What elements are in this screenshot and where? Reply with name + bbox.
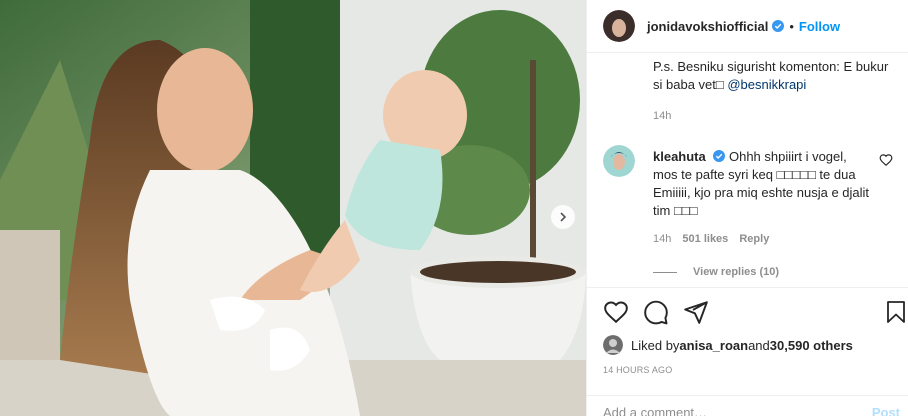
author-username[interactable]: jonidavokshiofficial bbox=[647, 19, 768, 34]
liker-avatar[interactable] bbox=[603, 335, 623, 355]
caption-mention-link[interactable]: @besnikkrapi bbox=[727, 77, 806, 92]
view-replies-button[interactable]: View replies (10) bbox=[653, 266, 779, 278]
view-replies-label: View replies (10) bbox=[693, 266, 780, 278]
chevron-right-icon bbox=[560, 212, 567, 222]
post-caption: P.s. Besniku sigurisht komenton: E bukur… bbox=[653, 58, 893, 94]
likes-summary: Liked by anisa_roan and 30,590 others bbox=[603, 334, 853, 356]
commenter-avatar-image bbox=[603, 145, 635, 177]
comment-like-heart-icon[interactable] bbox=[879, 153, 893, 167]
like-heart-icon[interactable] bbox=[603, 299, 629, 325]
likes-middle: and bbox=[748, 337, 770, 353]
post-actions-bar bbox=[587, 287, 908, 333]
author-avatar[interactable] bbox=[603, 10, 635, 42]
next-photo-button[interactable] bbox=[551, 205, 575, 229]
photo-illustration bbox=[0, 0, 586, 416]
likes-others-count[interactable]: 30,590 others bbox=[770, 338, 853, 353]
add-comment-bar: Add a comment… Post bbox=[587, 395, 908, 416]
share-paper-plane-icon[interactable] bbox=[683, 299, 709, 325]
avatar-image bbox=[603, 10, 635, 42]
comment-likes-count[interactable]: 501 likes bbox=[682, 233, 728, 245]
add-comment-input[interactable]: Add a comment… bbox=[603, 405, 707, 416]
comment-bubble-icon[interactable] bbox=[643, 299, 669, 325]
replies-divider-line bbox=[653, 271, 677, 273]
post-header: jonidavokshiofficial • Follow bbox=[587, 0, 908, 53]
follow-button[interactable]: Follow bbox=[799, 19, 840, 34]
liker-avatar-image bbox=[603, 335, 623, 355]
post-modal: jonidavokshiofficial • Follow P.s. Besni… bbox=[0, 0, 908, 416]
post-comment-button[interactable]: Post bbox=[872, 405, 900, 416]
likes-prefix: Liked by bbox=[631, 337, 680, 353]
verified-badge-icon bbox=[713, 150, 726, 162]
post-side-panel: jonidavokshiofficial • Follow P.s. Besni… bbox=[586, 0, 908, 416]
caption-time[interactable]: 14h bbox=[653, 110, 671, 122]
comment-time[interactable]: 14h bbox=[653, 233, 671, 245]
verified-badge-icon bbox=[772, 20, 785, 32]
post-photo[interactable] bbox=[0, 0, 586, 416]
save-bookmark-icon[interactable] bbox=[884, 299, 908, 325]
liker-username[interactable]: anisa_roan bbox=[679, 338, 748, 353]
commenter-avatar[interactable] bbox=[603, 145, 635, 177]
comment-meta: 14h 501 likes Reply bbox=[653, 233, 777, 245]
comment: kleahuta Ohhh shpiiirt i vogel, mos te p… bbox=[653, 148, 871, 220]
post-timestamp[interactable]: 14 HOURS AGO bbox=[603, 365, 672, 375]
separator-dot: • bbox=[789, 18, 794, 34]
reply-button[interactable]: Reply bbox=[739, 233, 769, 245]
comment-username[interactable]: kleahuta bbox=[653, 149, 706, 164]
